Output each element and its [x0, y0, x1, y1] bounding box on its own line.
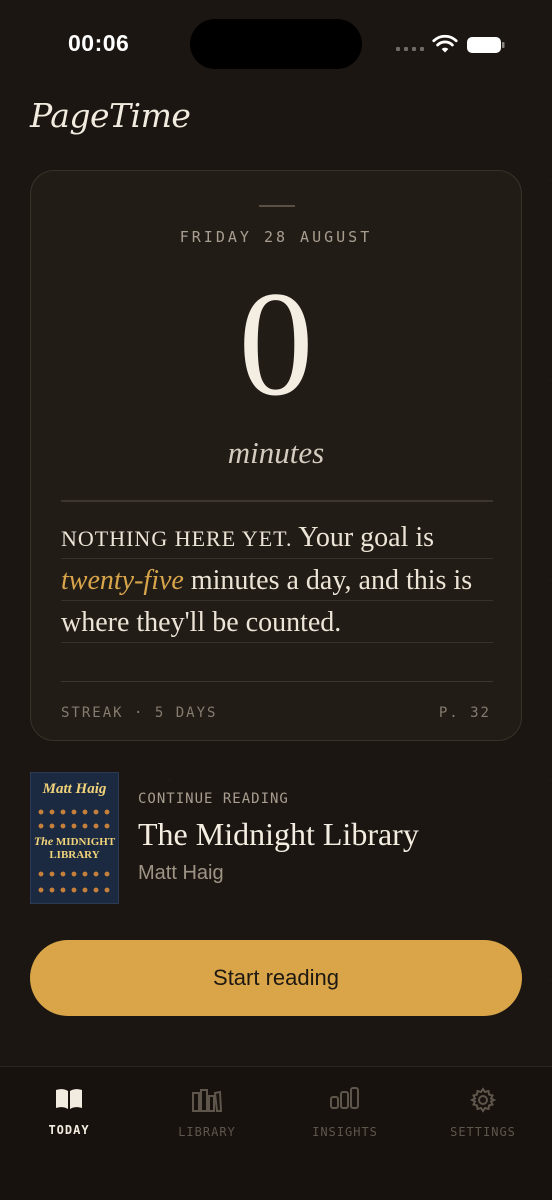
cover-pattern: [37, 869, 114, 879]
goal-message: NOTHING HERE YET. Your goal is twenty-fi…: [61, 517, 493, 644]
tab-label: SETTINGS: [450, 1125, 516, 1139]
cover-title-prefix: The: [33, 834, 54, 848]
cover-author: Matt Haig: [42, 781, 107, 797]
tab-label: TODAY: [48, 1123, 90, 1137]
card-divider: [61, 500, 493, 502]
battery-icon: [467, 37, 505, 53]
tab-bar: TODAY LIBRARY INSIGHTS SETTINGS: [0, 1066, 552, 1200]
tab-label: LIBRARY: [178, 1125, 236, 1139]
dynamic-island: [190, 19, 362, 69]
tab-label: INSIGHTS: [312, 1125, 378, 1139]
start-reading-button[interactable]: Start reading: [30, 940, 522, 1016]
book-cover[interactable]: Matt Haig The MIDNIGHT LIBRARY: [30, 772, 119, 904]
status-time: 00:06: [68, 30, 130, 56]
goal-message-text: Your goal is: [292, 522, 435, 553]
card-divider-bottom: [61, 681, 493, 682]
library-books-icon: [192, 1089, 223, 1112]
cover-pattern: [37, 807, 114, 817]
minutes-value: 0: [238, 261, 314, 427]
status-bar: 00:06: [0, 0, 552, 90]
gear-icon: [470, 1087, 496, 1113]
tab-today[interactable]: TODAY: [0, 1067, 138, 1167]
tab-library[interactable]: LIBRARY: [138, 1067, 276, 1167]
app-brand: PageTime: [30, 96, 191, 135]
tab-settings[interactable]: SETTINGS: [414, 1067, 552, 1167]
book-open-icon: [56, 1089, 82, 1109]
continue-reading-label: CONTINUE READING: [138, 791, 289, 807]
streak-label: STREAK · 5 DAYS: [61, 705, 218, 721]
cover-title: The MIDNIGHT LIBRARY: [31, 835, 118, 862]
goal-message-lead: NOTHING HERE YET.: [61, 526, 293, 551]
card-date: FRIDAY 28 AUGUST: [179, 228, 373, 246]
goal-message-accent: twenty-five: [61, 565, 184, 596]
wifi-icon: [432, 34, 458, 53]
cover-title-line2: LIBRARY: [49, 849, 100, 861]
cover-pattern: [37, 885, 114, 895]
bar-chart-icon: [330, 1087, 359, 1109]
book-author: Matt Haig: [138, 862, 224, 884]
cover-title-line1: MIDNIGHT: [55, 836, 116, 848]
tab-insights[interactable]: INSIGHTS: [276, 1067, 414, 1167]
card-divider-tick: [259, 205, 295, 207]
cover-pattern: [37, 821, 114, 831]
minutes-unit: minutes: [227, 435, 325, 470]
page-label: P. 32: [438, 705, 491, 721]
cellular-signal-icon: [396, 47, 424, 53]
book-title[interactable]: The Midnight Library: [138, 816, 419, 853]
today-card: FRIDAY 28 AUGUST 0 minutes NOTHING HERE …: [30, 170, 522, 741]
